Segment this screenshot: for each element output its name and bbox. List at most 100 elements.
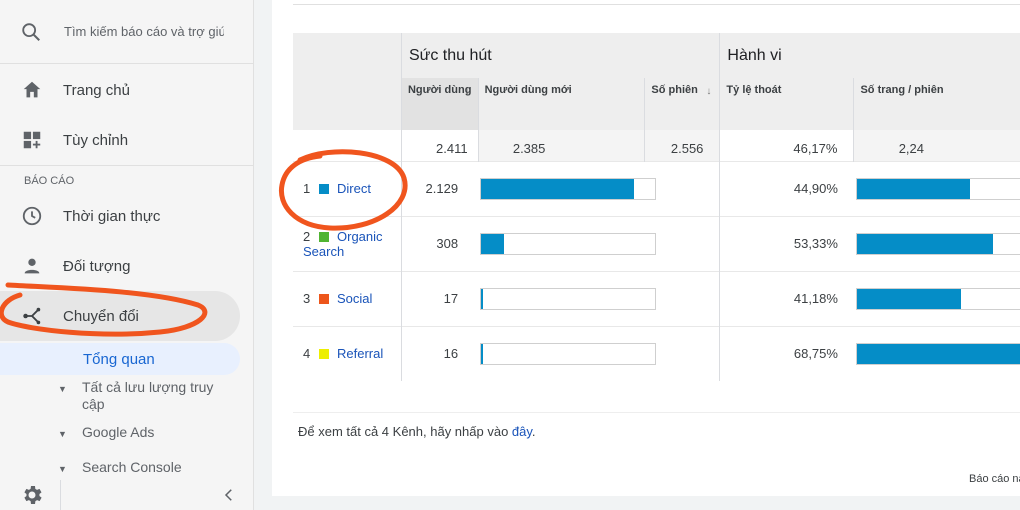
- sidebar-footer: [0, 480, 254, 510]
- nav-customize-label: Tùy chỉnh: [63, 131, 129, 149]
- nav-acquisition-label: Chuyển đổi: [63, 307, 139, 325]
- col-users-label: Người dùng: [407, 84, 472, 96]
- col-pages-per-session[interactable]: Số trang / phiên↓: [853, 78, 1020, 130]
- totals-empty: [293, 130, 401, 161]
- users-bar-fill: [481, 233, 504, 254]
- channel-cell: 2 Organic Search: [293, 215, 402, 271]
- nav-realtime[interactable]: Thời gian thực: [0, 191, 253, 241]
- nav-audience[interactable]: Đối tượng: [0, 241, 253, 291]
- person-icon: [20, 254, 44, 278]
- bounce-bar: [855, 287, 1020, 310]
- group-behavior: Hành vi: [719, 33, 1020, 78]
- search-bar[interactable]: [0, 0, 253, 64]
- nav-overview[interactable]: Tổng quan: [0, 343, 240, 375]
- gear-icon[interactable]: [20, 483, 44, 507]
- row-index: 2: [303, 228, 311, 244]
- col-new-users-label: Người dùng mới: [484, 84, 572, 96]
- sidebar: Trang chủ Tùy chỉnh BÁO CÁO Thời gian th…: [0, 0, 254, 510]
- users-bar-cell: [478, 325, 720, 381]
- footer-divider: [60, 480, 61, 510]
- channel-cell: 1 Direct: [293, 160, 402, 216]
- total-sessions: 2.556: [644, 130, 720, 161]
- group-header-row: Sức thu hút Hành vi: [293, 33, 1020, 78]
- clock-icon: [20, 204, 44, 228]
- channel-link[interactable]: Direct: [337, 181, 371, 196]
- group-acquisition: Sức thu hút: [400, 33, 720, 78]
- footer-link[interactable]: đây: [512, 424, 532, 439]
- channel-color-swatch: [319, 231, 329, 242]
- chevron-left-icon[interactable]: [220, 486, 238, 504]
- bounce-bar-cell: [853, 215, 1020, 271]
- section-label-reports: BÁO CÁO: [24, 175, 75, 187]
- col-bounce-rate-label: Tỷ lệ thoát: [726, 84, 782, 96]
- acquisition-icon: [20, 304, 44, 328]
- table-bottom-border: [293, 412, 1020, 413]
- sort-icon: ↓: [706, 86, 712, 97]
- nav-audience-label: Đối tượng: [63, 257, 131, 275]
- nav-realtime-label: Thời gian thực: [63, 207, 161, 225]
- col-sessions[interactable]: Số phiên ↓: [644, 78, 720, 130]
- table-row: 2 Organic Search 308 53,33%: [293, 215, 1020, 271]
- table-row: 3 Social 17 41,18%: [293, 270, 1020, 326]
- nav-search-console[interactable]: ▼ Search Console: [0, 459, 253, 476]
- channel-color-swatch: [319, 349, 329, 360]
- users-bar: [480, 232, 657, 255]
- card-top-border: [293, 0, 1020, 5]
- users-bar: [480, 342, 657, 365]
- users-bar-cell: [478, 270, 720, 326]
- expand-arrow-icon: ▼: [58, 429, 67, 439]
- total-users: 2.411: [400, 130, 479, 161]
- expand-arrow-icon: ▼: [58, 464, 67, 474]
- footer-period: .: [531, 424, 536, 439]
- channel-link[interactable]: Referral: [337, 346, 383, 361]
- nav-customize[interactable]: Tùy chỉnh: [0, 115, 253, 165]
- bounce-bar-fill: [856, 233, 993, 254]
- totals-row: 2.411 2.385 2.556 46,17% 2,24: [293, 130, 1020, 161]
- channel-table: Sức thu hút Hành vi Người dùng ↓ Người dù…: [293, 33, 1020, 381]
- nav-overview-label: Tổng quan: [83, 350, 155, 368]
- bounce-bar-fill: [856, 178, 971, 199]
- nav-search-console-label: Search Console: [82, 459, 182, 475]
- bounce-value: 44,90%: [719, 160, 854, 216]
- table-row: 4 Referral 16 68,75%: [293, 325, 1020, 381]
- footer-note-text: Để xem tất cả 4 Kênh, hãy nhấp vào: [298, 424, 512, 439]
- column-header-row: Người dùng↓ Người dùng mới ↓ Số phiên ↓ Tỷ…: [293, 78, 1020, 130]
- total-new-users: 2.385: [477, 130, 645, 161]
- channel-color-swatch: [319, 294, 329, 304]
- report-tag: Báo cáo nà: [969, 473, 1020, 485]
- users-bar-cell: [478, 215, 720, 271]
- nav-acquisition[interactable]: Chuyển đổi: [0, 291, 240, 341]
- total-bounce-rate: 46,17%: [719, 130, 854, 161]
- users-bar-fill: [481, 343, 483, 364]
- bounce-bar-cell: [853, 160, 1020, 216]
- row-index: 4: [303, 346, 311, 362]
- users-value: 2.129: [400, 160, 479, 216]
- users-value: 16: [400, 325, 479, 381]
- home-icon: [20, 78, 44, 102]
- total-pages-per-session: 2,24: [853, 130, 1020, 161]
- bounce-value: 68,75%: [719, 325, 854, 381]
- bounce-bar: [855, 342, 1020, 365]
- bounce-bar-fill: [856, 343, 1020, 364]
- bounce-bar-fill: [856, 288, 962, 309]
- channel-cell: 3 Social: [293, 270, 402, 326]
- search-input[interactable]: [64, 24, 224, 39]
- col-new-users[interactable]: Người dùng mới ↓: [477, 78, 734, 130]
- nav-all-traffic[interactable]: ▼ Tất cả lưu lượng truy cập: [0, 379, 253, 413]
- row-index: 1: [303, 181, 311, 196]
- nav-google-ads[interactable]: ▼ Google Ads: [0, 424, 253, 441]
- footer-note: Để xem tất cả 4 Kênh, hãy nhấp vào đây.: [298, 424, 536, 439]
- bounce-bar: [855, 177, 1020, 200]
- channel-link[interactable]: Social: [337, 291, 372, 306]
- bounce-bar: [855, 232, 1020, 255]
- col-users[interactable]: Người dùng ↓: [400, 78, 479, 130]
- users-bar: [480, 177, 657, 200]
- bounce-value: 53,33%: [719, 215, 854, 271]
- users-bar-fill: [481, 178, 635, 199]
- report-card: Sức thu hút Hành vi Người dùng ↓ Người dù…: [272, 0, 1020, 496]
- nav-home-label: Trang chủ: [63, 81, 130, 99]
- bounce-value: 41,18%: [719, 270, 854, 326]
- col-bounce-rate[interactable]: Tỷ lệ thoát↓: [719, 78, 945, 130]
- nav-home[interactable]: Trang chủ: [0, 65, 253, 115]
- users-bar-fill: [481, 288, 483, 309]
